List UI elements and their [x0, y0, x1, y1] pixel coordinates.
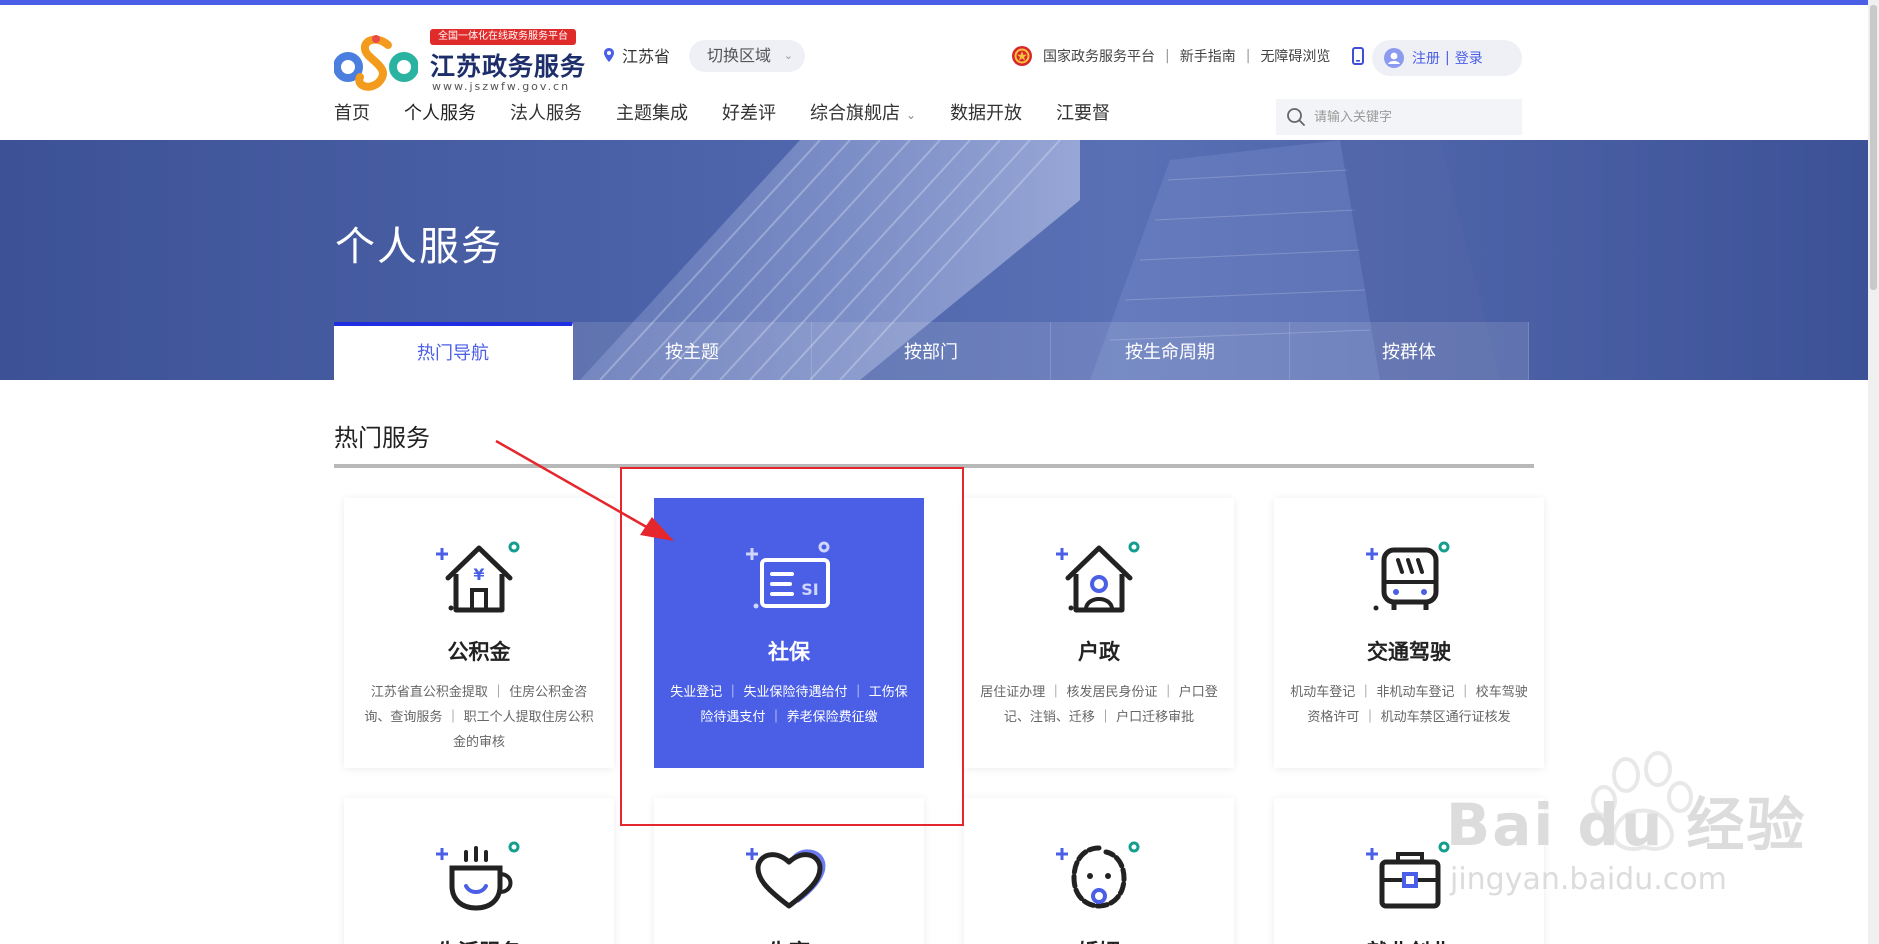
site-header: 全国一体化在线政务服务平台 江苏政务服务 www.jszwfw.gov.cn 江…: [0, 5, 1879, 145]
scrollbar-thumb[interactable]: [1870, 5, 1877, 290]
search-input[interactable]: [1314, 109, 1514, 125]
tab-by-life-cycle[interactable]: 按生命周期: [1051, 322, 1290, 380]
register-link[interactable]: 注册: [1412, 48, 1440, 68]
nav-label: 数据开放: [950, 103, 1023, 124]
card-title: 就业创业: [1274, 936, 1544, 944]
login-separator: |: [1445, 50, 1450, 66]
location-pin-icon: [604, 48, 614, 62]
page-title: 个人服务: [335, 224, 503, 270]
nav-label: 首页: [334, 103, 370, 124]
card-title: 交通驾驶: [1367, 640, 1451, 664]
login-pill: 注册 | 登录: [1372, 40, 1522, 76]
login-link[interactable]: 登录: [1455, 48, 1483, 68]
chevron-down-icon: ⌄: [906, 108, 917, 122]
nav-label: 好差评: [722, 103, 776, 124]
nav-corporate-services[interactable]: 法人服务: [510, 99, 582, 145]
beginner-guide-link[interactable]: 新手指南: [1180, 46, 1236, 66]
nav-label: 个人服务: [404, 103, 476, 124]
current-region: 江苏省: [604, 43, 670, 67]
service-card-household[interactable]: 户政 居住证办理 ｜ 核发居民身份证 ｜ 户口登记、注销、迁移 ｜ 户口迁移审批: [964, 498, 1234, 768]
card-title: 生育: [654, 936, 924, 944]
tab-by-theme[interactable]: 按主题: [573, 322, 812, 380]
coffee-cup-icon: [436, 841, 520, 911]
annotation-arrow-icon: [495, 439, 674, 541]
logo-mark-icon: [334, 35, 418, 91]
card-title: 户政: [1078, 640, 1120, 664]
nav-themes[interactable]: 主题集成: [616, 99, 688, 145]
search-icon[interactable]: [1286, 107, 1306, 127]
nav-personal-services[interactable]: 个人服务: [398, 99, 482, 145]
watermark-url: jingyan.baidu.com: [1450, 862, 1727, 897]
link-separator: |: [1165, 48, 1170, 64]
tab-by-department[interactable]: 按部门: [812, 322, 1051, 380]
baby-face-icon: [1056, 841, 1140, 909]
national-emblem-icon: [1012, 46, 1032, 66]
user-avatar-icon: [1384, 48, 1404, 68]
national-platform-link[interactable]: 国家政务服务平台: [1043, 46, 1155, 66]
heart-icon: [746, 848, 826, 909]
card-description: 机动车登记 ｜ 非机动车登记 ｜ 校车驾驶资格许可 ｜ 机动车禁区通行证核发: [1290, 685, 1528, 725]
card-title: 婚姻: [964, 936, 1234, 944]
nav-home[interactable]: 首页: [334, 99, 370, 145]
watermark-brand: Bai du 经验: [1446, 791, 1807, 859]
house-yuan-icon: ¥: [436, 541, 520, 613]
chevron-down-icon: ⌄: [783, 49, 793, 62]
card-description: 居住证办理 ｜ 核发居民身份证 ｜ 户口登记、注销、迁移 ｜ 户口迁移审批: [980, 685, 1218, 725]
nav-label: 主题集成: [616, 103, 688, 124]
nav-label: 综合旗舰店: [810, 103, 900, 124]
switch-region-button[interactable]: 切换区域 ⌄: [689, 40, 805, 72]
hero-banner: 个人服务 热门导航 按主题 按部门 按生命周期 按群体: [0, 140, 1868, 380]
svg-text:¥: ¥: [473, 565, 484, 584]
main-nav: 首页 个人服务 法人服务 主题集成 好差评 综合旗舰店 ⌄ 数据开放 江要督: [334, 99, 1144, 145]
logo-name: 江苏政务服务: [430, 52, 587, 81]
logo-slogan: 全国一体化在线政务服务平台: [430, 29, 576, 45]
nav-ratings[interactable]: 好差评: [722, 99, 776, 145]
service-card-life-services[interactable]: 生活服务: [344, 798, 614, 944]
section-title: 热门服务: [334, 424, 430, 452]
region-name: 江苏省: [622, 47, 671, 66]
link-separator: |: [1245, 48, 1251, 64]
switch-region-label: 切换区域: [707, 46, 772, 65]
service-tabs: 热门导航 按主题 按部门 按生命周期 按群体: [334, 322, 1529, 380]
nav-supervision[interactable]: 江要督: [1056, 99, 1110, 145]
tab-by-group[interactable]: 按群体: [1290, 322, 1529, 380]
search-box: [1276, 99, 1522, 135]
bus-icon: [1366, 541, 1450, 611]
service-card-traffic-driving[interactable]: 交通驾驶 机动车登记 ｜ 非机动车登记 ｜ 校车驾驶资格许可 ｜ 机动车禁区通行…: [1274, 498, 1544, 768]
mobile-phone-icon[interactable]: [1352, 47, 1365, 65]
nav-open-data[interactable]: 数据开放: [950, 99, 1022, 145]
nav-label: 法人服务: [510, 103, 582, 124]
house-person-icon: [1056, 541, 1140, 613]
service-card-marriage[interactable]: 婚姻: [964, 798, 1234, 944]
site-logo[interactable]: 全国一体化在线政务服务平台 江苏政务服务 www.jszwfw.gov.cn: [334, 25, 587, 93]
accessible-browsing-link[interactable]: 无障碍浏览: [1260, 46, 1330, 66]
card-description: 江苏省直公积金提取 ｜ 住房公积金咨询、查询服务 ｜ 职工个人提取住房公积金的审…: [364, 685, 594, 750]
utility-links: 国家政务服务平台 | 新手指南 | 无障碍浏览: [1011, 41, 1365, 71]
card-title: 公积金: [447, 640, 511, 664]
nav-flagship-store[interactable]: 综合旗舰店 ⌄: [810, 99, 916, 145]
card-title: 生活服务: [344, 936, 614, 944]
logo-url: www.jszwfw.gov.cn: [432, 80, 571, 93]
tab-hot-navigation[interactable]: 热门导航: [334, 322, 573, 380]
nav-label: 江要督: [1056, 103, 1111, 124]
